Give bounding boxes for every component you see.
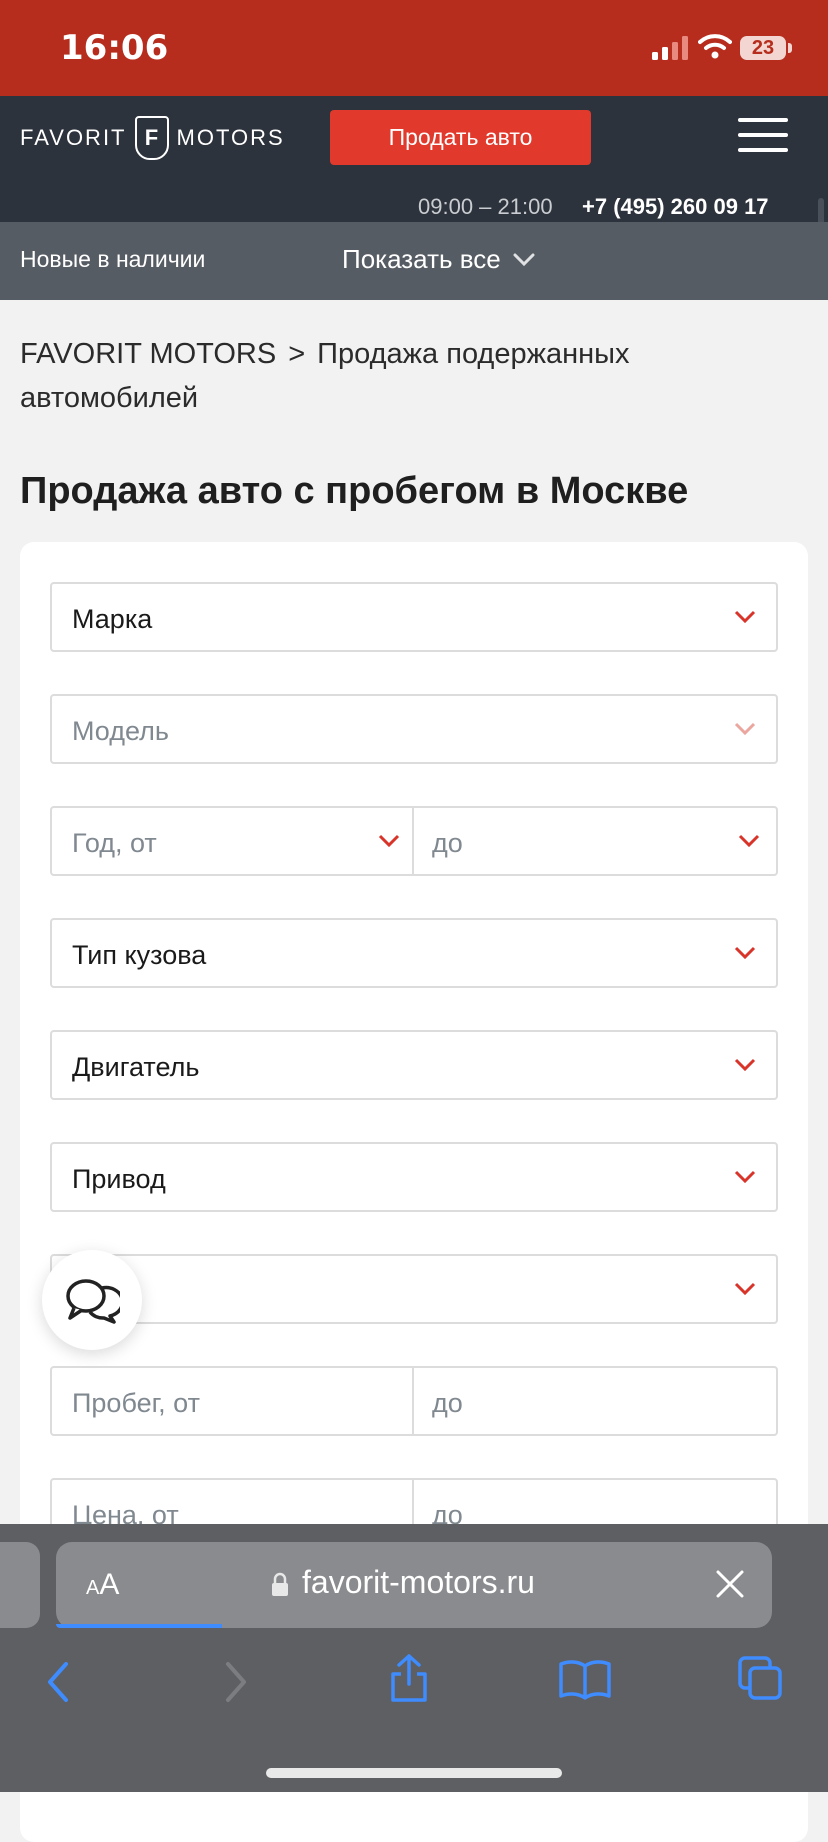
- year-to-select[interactable]: до: [412, 808, 780, 874]
- forward-arrow-icon[interactable]: [222, 1660, 250, 1704]
- tabs-icon[interactable]: [736, 1654, 784, 1702]
- lock-icon: [272, 1572, 288, 1596]
- brand-label: Марка: [72, 604, 153, 634]
- year-range: Год, от до: [50, 806, 778, 876]
- favorit-motors-logo[interactable]: FAVORIT F MOTORS: [20, 116, 285, 160]
- breadcrumb: FAVORIT MOTORS > Продажа подержанных автом…: [20, 332, 800, 420]
- logo-mark: F: [134, 116, 169, 160]
- new-in-stock-link[interactable]: Новые в наличии: [20, 246, 205, 273]
- year-to-label: до: [432, 828, 463, 858]
- chat-button[interactable]: [42, 1250, 142, 1350]
- chevron-down-icon: [734, 1282, 756, 1296]
- mileage-to-input[interactable]: до: [412, 1368, 780, 1434]
- show-all-label: Показать все: [342, 244, 501, 274]
- chevron-down-icon: [734, 722, 756, 736]
- logo-text-left: FAVORIT: [20, 125, 127, 150]
- mileage-range: Пробег, от до: [50, 1366, 778, 1436]
- chevron-down-icon: [734, 1058, 756, 1072]
- show-all-dropdown[interactable]: Показать все: [342, 244, 535, 275]
- browser-toolbar: AA favorit-motors.ru: [0, 1524, 828, 1792]
- address-bar[interactable]: AA favorit-motors.ru: [56, 1542, 772, 1628]
- status-bar: 16:06 23: [0, 0, 828, 96]
- chevron-down-icon: [513, 253, 535, 266]
- chevron-down-icon: [738, 834, 760, 848]
- body-type-label: Тип кузова: [72, 940, 207, 970]
- drive-select[interactable]: Привод: [50, 1142, 778, 1212]
- year-from-label: Год, от: [72, 828, 157, 858]
- sell-car-button[interactable]: Продать авто: [330, 110, 591, 165]
- phone-link[interactable]: +7 (495) 260 09 17: [582, 194, 769, 220]
- close-icon[interactable]: [714, 1568, 746, 1600]
- hamburger-icon[interactable]: [738, 118, 788, 154]
- sub-navigation: Новые в наличии Показать все: [0, 222, 828, 300]
- cellular-signal-icon: [652, 36, 688, 60]
- engine-select[interactable]: Двигатель: [50, 1030, 778, 1100]
- chevron-down-icon: [734, 610, 756, 624]
- page-load-progress: [56, 1624, 222, 1628]
- logo-text-right: MOTORS: [176, 125, 285, 150]
- body-type-select[interactable]: Тип кузова: [50, 918, 778, 988]
- previous-tab-peek[interactable]: [0, 1542, 40, 1628]
- wifi-icon: [698, 34, 732, 59]
- home-indicator[interactable]: [266, 1768, 562, 1778]
- engine-label: Двигатель: [72, 1052, 200, 1082]
- breadcrumb-separator: >: [288, 338, 306, 370]
- model-label: Модель: [72, 716, 169, 746]
- hidden-select[interactable]: [50, 1254, 778, 1324]
- battery-tip: [788, 43, 792, 53]
- back-arrow-icon[interactable]: [44, 1660, 72, 1704]
- bookmarks-icon[interactable]: [558, 1658, 612, 1700]
- chevron-down-icon: [378, 834, 400, 848]
- page-title: Продажа авто с пробегом в Москве: [20, 470, 689, 512]
- breadcrumb-root[interactable]: FAVORIT MOTORS: [20, 338, 276, 370]
- mileage-to-placeholder: до: [432, 1388, 463, 1418]
- model-select[interactable]: Модель: [50, 694, 778, 764]
- brand-select[interactable]: Марка: [50, 582, 778, 652]
- mileage-from-placeholder: Пробег, от: [72, 1388, 200, 1418]
- chevron-down-icon: [734, 1170, 756, 1184]
- site-header: FAVORIT F MOTORS Продать авто 09:00 – 21…: [0, 96, 828, 298]
- drive-label: Привод: [72, 1164, 166, 1194]
- text-size-button[interactable]: AA: [86, 1568, 119, 1602]
- chat-bubbles-icon: [66, 1279, 120, 1324]
- url-text: favorit-motors.ru: [302, 1564, 535, 1600]
- share-icon[interactable]: [388, 1652, 430, 1704]
- status-time: 16:06: [60, 28, 169, 68]
- chevron-down-icon: [734, 946, 756, 960]
- working-hours: 09:00 – 21:00: [418, 194, 553, 219]
- battery-indicator: 23: [740, 36, 786, 60]
